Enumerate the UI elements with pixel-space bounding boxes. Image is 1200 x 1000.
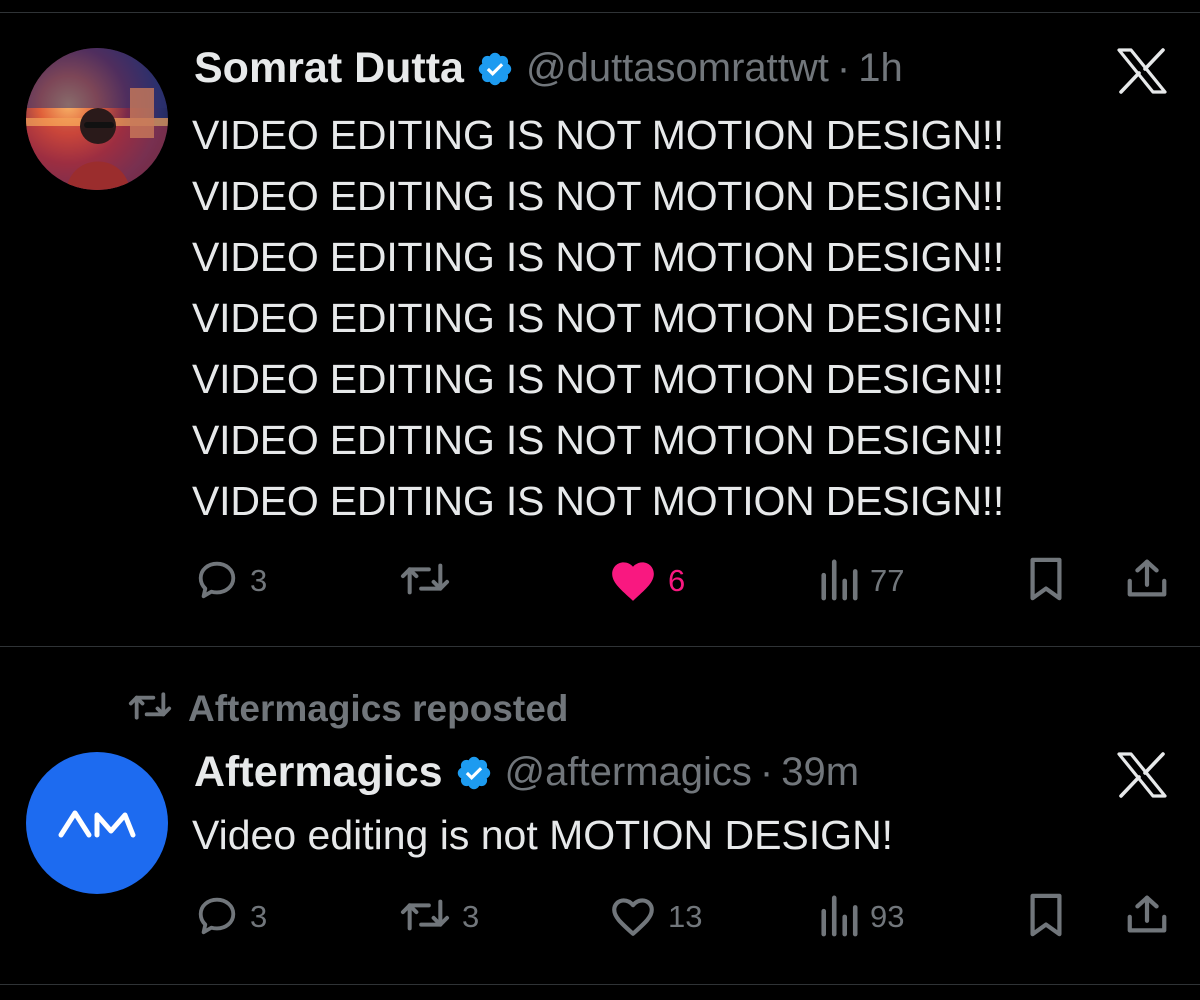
bookmark-icon [1026, 892, 1066, 943]
verified-badge-icon [476, 50, 514, 88]
reply-button[interactable]: 3 [194, 892, 267, 942]
like-button[interactable]: 13 [608, 892, 702, 942]
reply-icon [194, 892, 240, 943]
timestamp[interactable]: 1h [858, 46, 903, 91]
avatar[interactable] [26, 48, 168, 190]
view-count: 93 [870, 899, 905, 934]
repost-banner-text: Aftermagics reposted [188, 687, 569, 729]
bookmark-button[interactable] [1026, 556, 1066, 606]
share-icon [1124, 892, 1170, 943]
tweet-text-line: VIDEO EDITING IS NOT MOTION DESIGN!! [192, 173, 1005, 219]
share-button[interactable] [1124, 556, 1170, 606]
bottom-divider [0, 984, 1200, 985]
view-count: 77 [870, 563, 905, 598]
tweet-text-line: VIDEO EDITING IS NOT MOTION DESIGN!! [192, 295, 1005, 341]
heart-icon [608, 892, 658, 943]
views-button[interactable]: 77 [818, 556, 904, 606]
repost-button[interactable] [398, 556, 462, 606]
heart-icon [608, 556, 658, 607]
share-button[interactable] [1124, 892, 1170, 942]
tweet-text-line: VIDEO EDITING IS NOT MOTION DESIGN!! [192, 234, 1005, 280]
views-button[interactable]: 93 [818, 892, 904, 942]
repost-icon [126, 686, 174, 731]
tweet-text-line: VIDEO EDITING IS NOT MOTION DESIGN!! [192, 417, 1005, 463]
reply-count: 3 [250, 563, 268, 598]
top-divider [0, 12, 1200, 13]
display-name[interactable]: Somrat Dutta [194, 44, 464, 93]
verified-badge-icon [455, 754, 493, 792]
views-icon [818, 556, 860, 607]
reply-button[interactable]: 3 [194, 556, 267, 606]
handle[interactable]: @aftermagics [505, 750, 752, 795]
x-logo-icon [1116, 48, 1168, 94]
share-icon [1124, 556, 1170, 607]
separator: · [759, 750, 774, 794]
like-count: 6 [668, 563, 686, 598]
repost-icon [398, 892, 452, 943]
timestamp[interactable]: 39m [781, 750, 859, 795]
tweet-text-line: VIDEO EDITING IS NOT MOTION DESIGN!! [192, 356, 1005, 402]
views-icon [818, 892, 860, 943]
tweet2-header: Aftermagics @aftermagics · 39m [194, 748, 859, 797]
tweet-text-line: VIDEO EDITING IS NOT MOTION DESIGN!! [192, 478, 1005, 524]
repost-banner[interactable]: Aftermagics reposted [126, 686, 568, 731]
display-name[interactable]: Aftermagics [194, 748, 443, 797]
repost-icon [398, 556, 452, 607]
separator: · [836, 46, 851, 90]
repost-count: 3 [462, 899, 480, 934]
avatar[interactable] [26, 752, 168, 894]
handle[interactable]: @duttasomrattwt [526, 46, 829, 91]
reply-count: 3 [250, 899, 268, 934]
x-logo-icon [1116, 752, 1168, 798]
tweet1-header: Somrat Dutta @duttasomrattwt · 1h [194, 44, 903, 93]
aftermagics-logo-icon [58, 810, 136, 838]
tweet-text-line: VIDEO EDITING IS NOT MOTION DESIGN!! [192, 112, 1005, 158]
tweet-text: Video editing is not MOTION DESIGN! [192, 812, 894, 858]
avatar-photo-icon [26, 48, 168, 190]
repost-button[interactable]: 3 [398, 892, 479, 942]
tweet-divider [0, 646, 1200, 647]
reply-icon [194, 556, 240, 607]
bookmark-icon [1026, 556, 1066, 607]
bookmark-button[interactable] [1026, 892, 1066, 942]
like-count: 13 [668, 899, 703, 934]
like-button[interactable]: 6 [608, 556, 685, 606]
